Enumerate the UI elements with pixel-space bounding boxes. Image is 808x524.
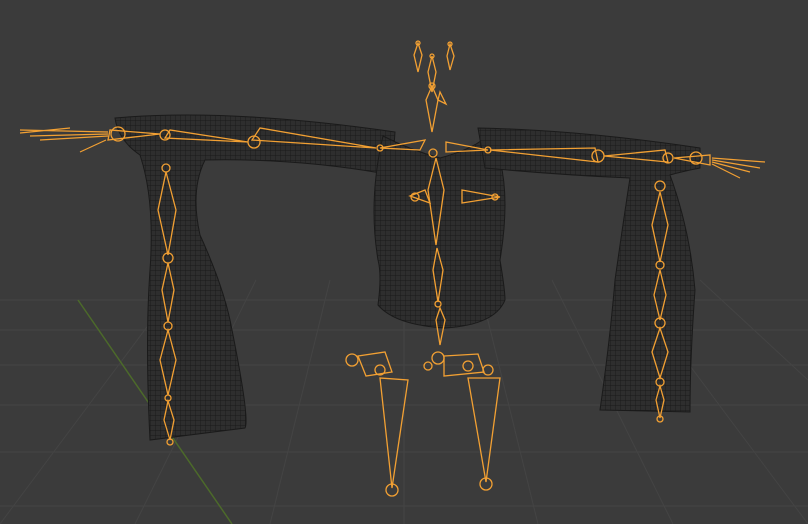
bone-head: [425, 84, 439, 133]
bone-head-top-left: [413, 40, 423, 73]
bone-fingers-left: [19, 127, 109, 153]
right-sleeve: [477, 127, 701, 413]
bone-head-top-right: [446, 41, 455, 71]
left-sleeve: [114, 114, 396, 441]
bone-fingers-right: [711, 157, 766, 179]
viewport-canvas[interactable]: [0, 0, 808, 524]
bone-leg-right: [467, 377, 501, 483]
3d-viewport[interactable]: [0, 0, 808, 524]
bone-jaw: [437, 90, 448, 106]
garment-mesh[interactable]: [114, 114, 701, 441]
